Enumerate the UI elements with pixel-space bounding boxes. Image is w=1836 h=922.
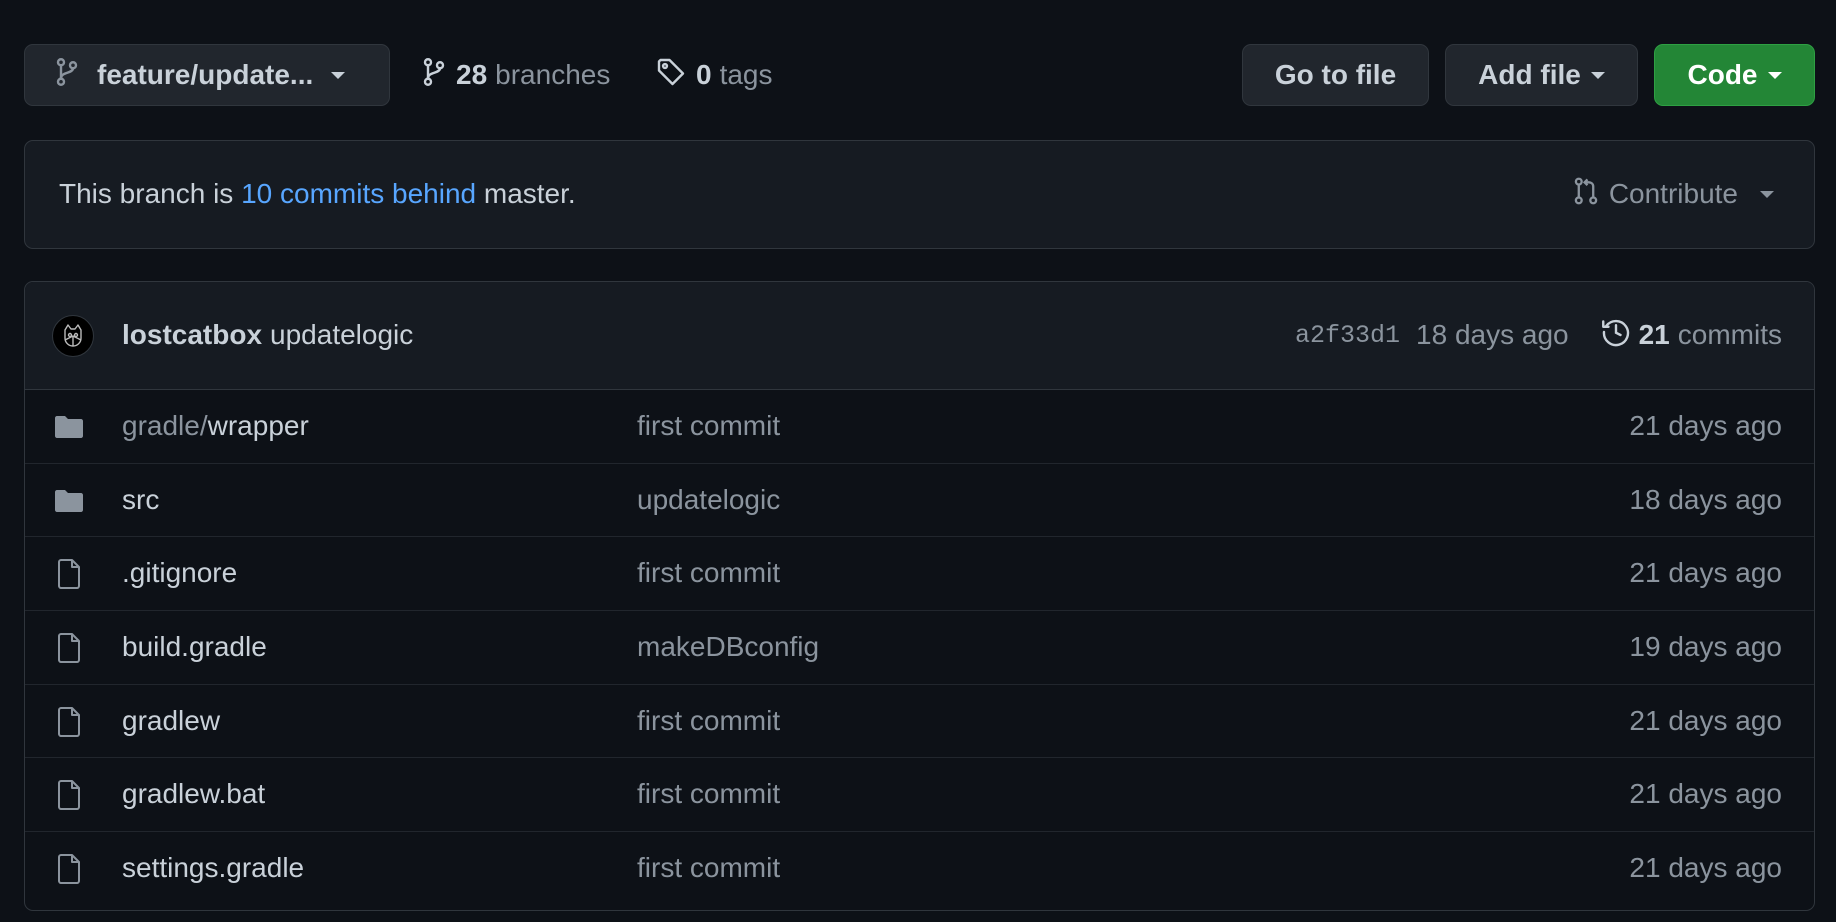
- git-branch-icon: [422, 57, 446, 94]
- file-commit-age: 21 days ago: [1629, 852, 1782, 884]
- file-name-link[interactable]: gradle/wrapper: [122, 390, 309, 462]
- file-name-link[interactable]: settings.gradle: [122, 832, 304, 904]
- commits-count: 21: [1638, 319, 1670, 350]
- table-row: build.gradle makeDBconfig 19 days ago: [25, 611, 1814, 685]
- file-commit-message[interactable]: first commit: [637, 758, 780, 830]
- branches-count: 28: [456, 59, 488, 90]
- file-commit-message[interactable]: first commit: [637, 390, 780, 462]
- file-commit-message[interactable]: updatelogic: [637, 464, 780, 536]
- file-commit-message[interactable]: first commit: [637, 685, 780, 757]
- chevron-down-icon: [1760, 190, 1774, 198]
- chevron-down-icon: [331, 71, 346, 79]
- file-commit-age: 21 days ago: [1629, 557, 1782, 589]
- history-icon: [1601, 317, 1631, 354]
- tags-count: 0: [696, 59, 712, 90]
- file-icon: [53, 854, 85, 885]
- table-row: src updatelogic 18 days ago: [25, 464, 1814, 538]
- file-name-link[interactable]: gradlew.bat: [122, 758, 265, 830]
- table-row: gradlew.bat first commit 21 days ago: [25, 758, 1814, 833]
- file-name: gradlew.bat: [122, 778, 266, 810]
- file-commit-age: 18 days ago: [1629, 483, 1782, 515]
- repo-toolbar: feature/update... 28 branches 0 tags Go …: [24, 44, 1815, 108]
- commit-author[interactable]: lostcatbox: [122, 319, 262, 351]
- file-list: lostcatbox updatelogic a2f33d1 18 days a…: [24, 281, 1815, 911]
- branch-select-button[interactable]: feature/update...: [24, 44, 390, 106]
- notice-suffix: master.: [476, 178, 576, 209]
- commit-message-link[interactable]: updatelogic: [270, 319, 413, 351]
- code-label: Code: [1687, 59, 1758, 90]
- folder-icon: [53, 412, 85, 442]
- file-commit-age: 21 days ago: [1629, 704, 1782, 736]
- table-row: gradle/wrapper first commit 21 days ago: [25, 390, 1814, 464]
- file-commit-age: 19 days ago: [1629, 631, 1782, 663]
- file-commit-message[interactable]: first commit: [637, 832, 780, 904]
- file-commit-age: 21 days ago: [1629, 778, 1782, 810]
- commit-age: 18 days ago: [1416, 319, 1569, 350]
- table-row: settings.gradle first commit 21 days ago: [25, 832, 1814, 906]
- folder-icon: [53, 486, 85, 516]
- file-name: wrapper: [207, 410, 309, 441]
- commits-label: commits: [1677, 319, 1782, 350]
- file-commit-age: 21 days ago: [1629, 410, 1782, 441]
- file-name: build.gradle: [122, 631, 267, 663]
- table-row: gradlew first commit 21 days ago: [25, 685, 1814, 759]
- latest-commit-message: lostcatbox updatelogic: [122, 282, 413, 388]
- tag-icon: [656, 57, 686, 94]
- commits-behind-link[interactable]: 10 commits behind: [241, 178, 476, 210]
- branch-status-notice: This branch is 10 commits behind master.…: [24, 140, 1815, 249]
- go-to-file-button[interactable]: Go to file: [1242, 44, 1429, 106]
- branch-name: feature/update...: [97, 59, 314, 90]
- file-name-link[interactable]: src: [122, 464, 159, 536]
- latest-commit-meta: a2f33d1 18 days ago 21 commits: [1295, 282, 1782, 388]
- add-file-button[interactable]: Add file: [1445, 44, 1638, 106]
- contribute-label: Contribute: [1608, 178, 1738, 209]
- branch-status-text: This branch is 10 commits behind master.: [59, 141, 576, 247]
- file-name-link[interactable]: build.gradle: [122, 611, 267, 683]
- branches-link[interactable]: 28 branches: [422, 44, 610, 106]
- file-path-prefix: gradle/: [122, 410, 208, 441]
- file-name-link[interactable]: gradlew: [122, 685, 220, 757]
- file-name: src: [122, 483, 160, 515]
- file-name: gradlew: [122, 704, 221, 736]
- add-file-label: Add file: [1478, 59, 1581, 90]
- file-icon: [53, 780, 85, 811]
- chevron-down-icon: [1590, 71, 1605, 79]
- notice-prefix: This branch is: [59, 178, 242, 209]
- latest-commit-bar: lostcatbox updatelogic a2f33d1 18 days a…: [25, 282, 1814, 390]
- chevron-down-icon: [1767, 71, 1782, 79]
- branches-label: branches: [495, 59, 611, 90]
- table-row: .gitignore first commit 21 days ago: [25, 537, 1814, 612]
- file-rows: gradle/wrapper first commit 21 days ago …: [25, 390, 1814, 906]
- tags-link[interactable]: 0 tags: [656, 44, 773, 106]
- file-name: settings.gradle: [122, 852, 305, 884]
- file-commit-message[interactable]: first commit: [637, 537, 780, 609]
- file-icon: [53, 633, 85, 664]
- commit-sha-link[interactable]: a2f33d1: [1295, 321, 1400, 350]
- go-to-file-label: Go to file: [1274, 59, 1397, 90]
- file-name: .gitignore: [122, 557, 238, 589]
- tags-label: tags: [719, 59, 773, 90]
- git-branch-icon: [55, 57, 79, 94]
- contribute-dropdown[interactable]: Contribute: [1573, 141, 1774, 247]
- git-pull-request-icon: [1573, 176, 1599, 213]
- code-button[interactable]: Code: [1654, 44, 1815, 106]
- avatar[interactable]: [52, 315, 94, 357]
- file-name-link[interactable]: .gitignore: [122, 537, 237, 609]
- file-icon: [53, 706, 85, 737]
- file-commit-message[interactable]: makeDBconfig: [637, 611, 819, 683]
- repo-file-browser: feature/update... 28 branches 0 tags Go …: [0, 0, 1836, 922]
- file-icon: [53, 559, 85, 590]
- commits-history-link[interactable]: 21 commits: [1601, 317, 1782, 354]
